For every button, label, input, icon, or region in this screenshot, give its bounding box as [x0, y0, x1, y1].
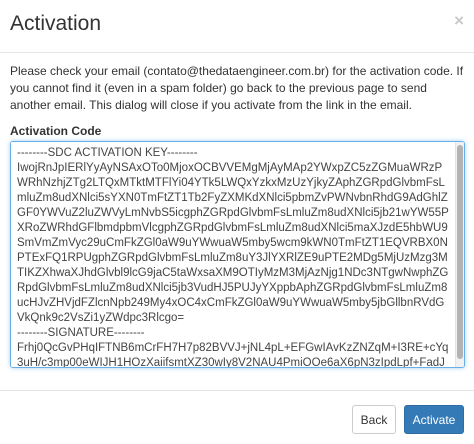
scrollbar-thumb[interactable]	[457, 145, 463, 359]
activation-code-textarea[interactable]: --------SDC ACTIVATION KEY-------- IwojR…	[11, 142, 464, 367]
activation-code-label: Activation Code	[10, 124, 102, 138]
activation-code-field-wrapper: --------SDC ACTIVATION KEY-------- IwojR…	[10, 141, 465, 368]
textarea-scrollbar[interactable]	[455, 142, 464, 367]
dialog-body: Please check your email (contato@thedata…	[10, 63, 465, 368]
dialog-header: Activation ×	[0, 0, 474, 53]
back-button[interactable]: Back	[352, 405, 396, 434]
close-icon[interactable]: ×	[454, 12, 464, 29]
activate-button[interactable]: Activate	[404, 405, 464, 434]
activation-instructions: Please check your email (contato@thedata…	[10, 64, 464, 112]
dialog-title: Activation	[10, 12, 102, 35]
dialog-footer: Back Activate	[0, 390, 474, 444]
activation-dialog: Activation × Please check your email (co…	[0, 0, 474, 444]
